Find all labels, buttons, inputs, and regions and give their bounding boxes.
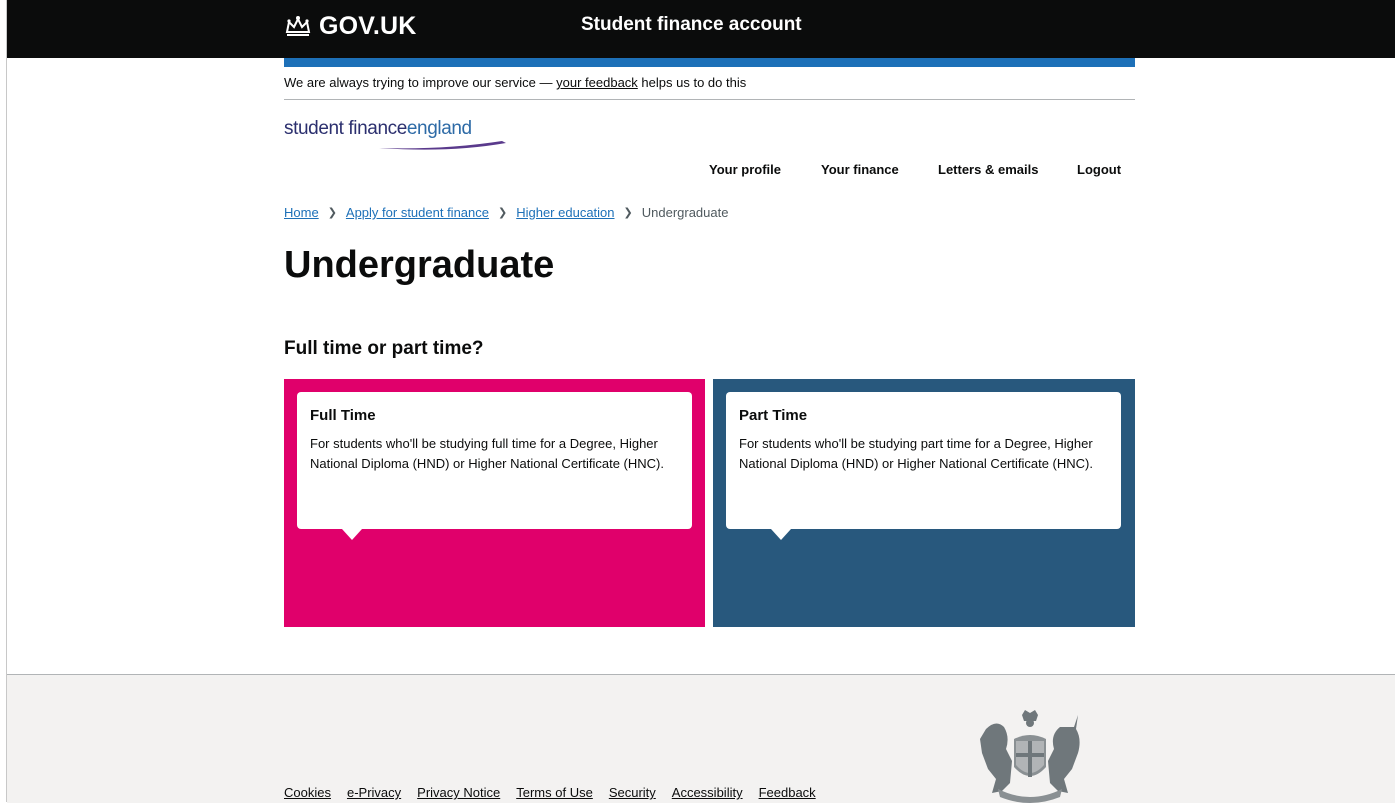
crown-icon [285, 16, 311, 36]
header-accent-bar [284, 58, 1135, 67]
section-question: Full time or part time? [284, 338, 484, 359]
footer-link-cookies[interactable]: Cookies [284, 785, 331, 800]
footer-link-terms[interactable]: Terms of Use [516, 785, 593, 800]
footer-link-accessibility[interactable]: Accessibility [672, 785, 743, 800]
banner-divider [284, 99, 1135, 100]
govuk-logo-link[interactable]: GOV.UK [283, 8, 417, 44]
footer-link-security[interactable]: Security [609, 785, 656, 800]
option-full-time-panel[interactable]: Full Time For students who'll be studyin… [284, 379, 705, 627]
site-footer: Cookies e-Privacy Privacy Notice Terms o… [7, 674, 1395, 803]
option-description: For students who'll be studying full tim… [310, 436, 664, 471]
footer-link-feedback[interactable]: Feedback [759, 785, 816, 800]
brand-swoosh-icon [379, 141, 506, 150]
brand-part1: student finance [284, 118, 407, 139]
window-left-edge [0, 0, 7, 802]
govuk-logo-text: GOV.UK [319, 11, 417, 40]
breadcrumb-apply[interactable]: Apply for student finance [346, 205, 489, 220]
breadcrumb-higher-education[interactable]: Higher education [516, 205, 614, 220]
feedback-banner: We are always trying to improve our serv… [284, 75, 746, 90]
breadcrumb-current: Undergraduate [641, 205, 729, 220]
nav-your-finance[interactable]: Your finance [821, 162, 899, 177]
breadcrumb: Home ❯ Apply for student finance ❯ Highe… [284, 205, 728, 220]
chevron-right-icon: ❯ [623, 207, 633, 219]
chevron-right-icon: ❯ [327, 207, 337, 219]
option-part-time-card[interactable]: Part Time For students who'll be studyin… [726, 392, 1121, 540]
royal-coat-of-arms-icon [980, 710, 1080, 803]
chevron-right-icon: ❯ [498, 207, 508, 219]
feedback-suffix: helps us to do this [637, 75, 747, 90]
page-title: Undergraduate [284, 244, 555, 286]
feedback-link[interactable]: your feedback [556, 75, 638, 90]
govuk-header: GOV.UK Student finance account [7, 0, 1395, 58]
student-finance-england-logo[interactable]: student financeengland [284, 118, 524, 150]
nav-letters-emails[interactable]: Letters & emails [938, 162, 1038, 177]
footer-link-eprivacy[interactable]: e-Privacy [347, 785, 401, 800]
nav-your-profile[interactable]: Your profile [709, 162, 781, 177]
brand-part2: england [406, 118, 472, 139]
service-name[interactable]: Student finance account [581, 14, 802, 36]
footer-links: Cookies e-Privacy Privacy Notice Terms o… [284, 785, 832, 800]
brand-wordmark: student financeengland [284, 118, 524, 140]
option-title: Part Time [739, 407, 808, 424]
option-full-time-card[interactable]: Full Time For students who'll be studyin… [297, 392, 692, 540]
footer-link-privacy-notice[interactable]: Privacy Notice [417, 785, 500, 800]
option-title: Full Time [310, 407, 376, 424]
feedback-prefix: We are always trying to improve our serv… [284, 75, 557, 90]
nav-logout[interactable]: Logout [1077, 162, 1121, 177]
breadcrumb-home[interactable]: Home [284, 205, 319, 220]
option-description: For students who'll be studying part tim… [739, 436, 1093, 471]
option-part-time-panel[interactable]: Part Time For students who'll be studyin… [713, 379, 1135, 627]
